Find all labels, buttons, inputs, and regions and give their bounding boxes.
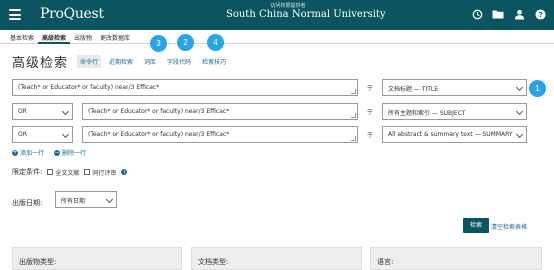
history-icon[interactable] (471, 8, 483, 20)
chevron-down-icon (515, 130, 524, 139)
provider-label: 访问权限提供者 (270, 3, 306, 9)
minus-circle-icon: − (54, 148, 61, 156)
limits-section: 限定条件: 全文文献 同行评审 i (12, 167, 128, 177)
subnav-thesaurus[interactable]: 词库 (141, 55, 159, 68)
in-label: 于 (367, 132, 374, 139)
search-query-input[interactable]: (Teach* or Educator* or faculty) near/3 … (82, 126, 358, 143)
field-select-value: All abstract & summary text — SUMMARY (388, 131, 513, 138)
search-query-input[interactable]: (Teach* or Educator* or faculty) near/3 … (82, 103, 358, 120)
field-select-value: 文档标题 — TITLE (388, 86, 439, 93)
checkbox-icon (47, 169, 54, 175)
subnav-search-tips[interactable]: 检索技巧 (199, 55, 229, 68)
tab-basic-search[interactable]: 基本检索 (6, 30, 38, 44)
resize-handle[interactable] (351, 113, 356, 118)
date-select[interactable]: 所有日期 (55, 191, 117, 208)
annotation-badge: 1 (529, 80, 546, 97)
search-subnav: 命令行 近期检索 词库 字段代码 检索技巧 (77, 55, 229, 68)
chevron-down-icon (61, 107, 70, 116)
help-icon[interactable]: ? (534, 8, 546, 20)
panel-document-type: 文档类型: (191, 247, 362, 270)
search-row: OR (Teach* or Educator* or faculty) near… (12, 103, 527, 120)
page-title: 高级检索 (12, 56, 69, 71)
annotation-badge: 4 (207, 34, 224, 51)
in-label: 于 (367, 85, 374, 92)
folder-icon[interactable] (492, 8, 504, 20)
date-label: 出版日期: (12, 199, 43, 207)
panel-language: 语言: (370, 247, 542, 270)
boolean-operator-select[interactable]: OR (12, 103, 73, 120)
search-button[interactable]: 检索 (463, 218, 489, 233)
panel-label: 语言: (377, 258, 394, 266)
add-row-label: 添加一行 (20, 150, 45, 157)
row-actions: + 添加一行 − 删除一行 (12, 148, 86, 157)
panel-label: 文档类型: (198, 258, 229, 266)
secondary-nav: 基本检索 高级检索 出版物 更改数据库 (0, 30, 554, 44)
field-select[interactable]: 文档标题 — TITLE (382, 79, 527, 96)
subnav-field-codes[interactable]: 字段代码 (164, 55, 194, 68)
search-query-input[interactable]: (Teach* or Educator* or faculty) near/3 … (12, 79, 358, 96)
resize-handle[interactable] (351, 136, 356, 141)
clear-form-link[interactable]: 清空检索表格 (491, 222, 527, 231)
proquest-logo[interactable]: ProQuest (40, 6, 104, 22)
plus-circle-icon: + (12, 148, 18, 156)
checkbox-icon (84, 169, 91, 175)
peer-reviewed-label: 同行评审 (92, 169, 117, 177)
field-select[interactable]: 所有主题和索引 — SUBJECT (382, 103, 527, 120)
remove-row-button[interactable]: − 删除一行 (54, 148, 86, 157)
tab-publications[interactable]: 出版物 (70, 30, 96, 44)
chevron-down-icon (105, 195, 114, 204)
university-name: South China Normal University (226, 9, 386, 20)
boolean-operator-value: OR (18, 131, 27, 138)
field-select-value: 所有主题和索引 — SUBJECT (388, 110, 466, 117)
peer-reviewed-checkbox[interactable]: 同行评审 (84, 168, 116, 177)
subnav-command-line[interactable]: 命令行 (77, 55, 102, 68)
remove-row-label: 删除一行 (62, 150, 87, 157)
field-select[interactable]: All abstract & summary text — SUMMARY (382, 126, 527, 143)
date-select-value: 所有日期 (61, 198, 86, 205)
menu-icon[interactable] (9, 9, 21, 20)
boolean-operator-select[interactable]: OR (12, 126, 73, 143)
add-row-button[interactable]: + 添加一行 (12, 148, 44, 157)
chevron-down-icon (515, 83, 524, 92)
full-text-checkbox[interactable]: 全文文献 (47, 168, 79, 177)
search-row: OR (Teach* or Educator* or faculty) near… (12, 126, 527, 143)
subnav-recent-searches[interactable]: 近期检索 (106, 55, 136, 68)
svg-text:?: ? (538, 10, 543, 19)
search-row: (Teach* or Educator* or faculty) near/3 … (12, 79, 527, 96)
user-icon[interactable] (513, 8, 525, 20)
panel-label: 出版物类型: (19, 258, 57, 266)
top-bar: ProQuest 访问权限提供者 South China Normal Univ… (0, 0, 554, 30)
chevron-down-icon (515, 107, 524, 116)
in-label: 于 (367, 109, 374, 116)
limits-label: 限定条件: (12, 168, 43, 176)
tab-advanced-search[interactable]: 高级检索 (38, 30, 71, 44)
panel-source-type: 出版物类型: (12, 247, 182, 270)
annotation-badge: 2 (177, 34, 194, 51)
chevron-down-icon (61, 130, 70, 139)
info-icon[interactable]: i (121, 169, 128, 175)
full-text-label: 全文文献 (55, 169, 80, 177)
tab-change-database[interactable]: 更改数据库 (96, 30, 134, 44)
boolean-operator-value: OR (18, 108, 27, 115)
annotation-badge: 3 (150, 35, 167, 52)
resize-handle[interactable] (351, 89, 356, 94)
